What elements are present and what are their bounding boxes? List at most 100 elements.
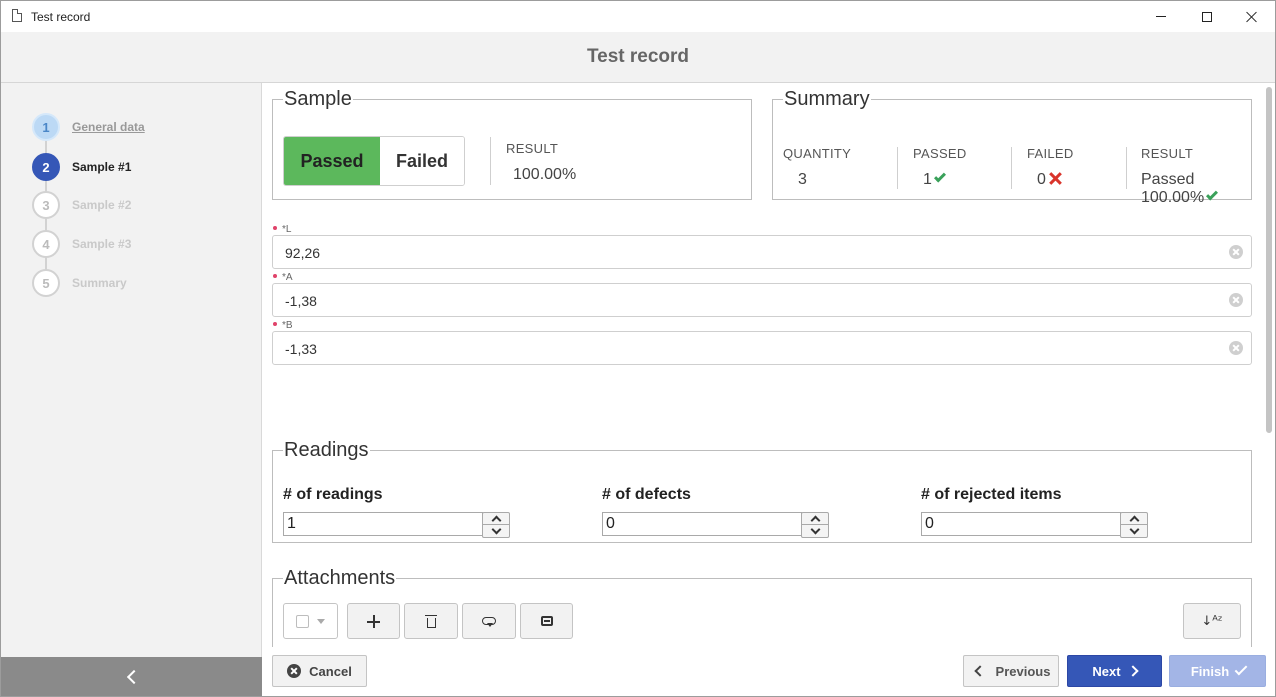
wizard-footer: Cancel Previous Next Finish — [263, 647, 1275, 696]
clear-icon[interactable] — [1229, 245, 1243, 259]
summary-result-percent-row: 100.00% — [1141, 188, 1219, 207]
field-label-a: *A — [273, 272, 293, 283]
divider — [897, 147, 898, 189]
step-number: 1 — [32, 113, 60, 141]
step-sample-2: 3 Sample #2 — [32, 191, 131, 219]
passed-value: 1 — [923, 171, 932, 188]
quantity-value: 3 — [798, 171, 807, 188]
window-title: Test record — [31, 10, 91, 24]
title-bar: Test record — [1, 1, 1275, 32]
stepper-buttons — [1120, 512, 1148, 538]
step-label: Summary — [72, 276, 127, 290]
l-input[interactable] — [285, 243, 1205, 263]
scan-attachment-button[interactable] — [520, 603, 573, 639]
step-summary: 5 Summary — [32, 269, 127, 297]
quantity-caption: QUANTITY — [783, 146, 852, 161]
required-dot — [273, 274, 277, 278]
collapse-sidebar-button[interactable] — [1, 657, 262, 696]
delete-attachment-button[interactable] — [404, 603, 458, 639]
download-attachment-button[interactable] — [462, 603, 516, 639]
b-field[interactable] — [272, 331, 1252, 365]
minimize-button[interactable] — [1138, 1, 1184, 32]
check-icon — [1206, 188, 1219, 201]
main-content: Sample Passed Failed RESULT 100.00% Summ… — [263, 83, 1275, 657]
close-icon — [1246, 11, 1258, 23]
num-readings-input[interactable] — [283, 512, 483, 536]
cancel-icon — [287, 664, 302, 678]
add-attachment-button[interactable] — [347, 603, 400, 639]
sample-panel: Sample Passed Failed RESULT 100.00% — [272, 88, 752, 200]
a-input[interactable] — [285, 291, 1205, 311]
chevron-down-icon — [491, 524, 501, 535]
failed-caption: FAILED — [1027, 146, 1074, 161]
test-record-window: Test record Test record 1 General data 2… — [0, 0, 1276, 697]
chevron-left-icon — [973, 665, 986, 677]
cross-icon — [1049, 172, 1062, 185]
step-number: 5 — [32, 269, 60, 297]
a-field[interactable] — [272, 283, 1252, 317]
cancel-label: Cancel — [309, 663, 352, 679]
clear-icon[interactable] — [1229, 293, 1243, 307]
decrement-button[interactable] — [1121, 524, 1147, 537]
sort-button[interactable]: ↓ᴬᶻ — [1183, 603, 1241, 639]
l-field[interactable] — [272, 235, 1252, 269]
pass-fail-toggle: Passed Failed — [283, 136, 465, 186]
sample-result-caption: RESULT — [506, 141, 559, 156]
caret-down-icon — [317, 618, 325, 624]
finish-button[interactable]: Finish — [1169, 655, 1266, 687]
passed-button[interactable]: Passed — [284, 137, 380, 185]
vertical-scrollbar[interactable] — [1266, 87, 1272, 433]
step-number: 3 — [32, 191, 60, 219]
step-general-data[interactable]: 1 General data — [32, 113, 145, 141]
b-input[interactable] — [285, 339, 1205, 359]
step-label: Sample #1 — [72, 160, 132, 174]
maximize-icon — [1202, 11, 1212, 22]
chevron-down-icon — [810, 524, 820, 535]
previous-label: Previous — [995, 663, 1051, 679]
download-cloud-icon — [482, 617, 496, 627]
select-all-dropdown[interactable] — [283, 603, 338, 639]
failed-button[interactable]: Failed — [380, 137, 464, 185]
close-window-button[interactable] — [1229, 1, 1275, 32]
page-title: Test record — [586, 46, 690, 67]
cancel-button[interactable]: Cancel — [272, 655, 367, 687]
summary-result-status: Passed — [1141, 171, 1195, 188]
summary-panel: Summary QUANTITY 3 PASSED 1 FAILED 0 RES… — [772, 88, 1252, 206]
finish-label: Finish — [1190, 663, 1230, 679]
field-label-l: *L — [273, 224, 291, 235]
previous-button[interactable]: Previous — [963, 655, 1059, 687]
required-dot — [273, 226, 277, 230]
num-defects-input[interactable] — [602, 512, 802, 536]
num-rejected-input[interactable] — [921, 512, 1121, 536]
clear-icon[interactable] — [1229, 341, 1243, 355]
sort-az-icon: ↓ᴬᶻ — [1201, 613, 1223, 629]
trash-icon — [424, 614, 437, 628]
next-button[interactable]: Next — [1067, 655, 1162, 687]
readings-panel: Readings # of readings # of defects # of… — [272, 439, 1252, 543]
select-all-checkbox[interactable] — [296, 614, 309, 628]
wizard-sidebar: 1 General data 2 Sample #1 3 Sample #2 4… — [1, 83, 262, 657]
decrement-button[interactable] — [802, 524, 828, 537]
step-sample-3: 4 Sample #3 — [32, 230, 131, 258]
sample-legend: Sample — [284, 88, 352, 110]
stepper-buttons — [801, 512, 829, 538]
passed-caption: PASSED — [913, 146, 967, 161]
step-sample-1[interactable]: 2 Sample #1 — [32, 153, 131, 181]
num-readings-label: # of readings — [283, 486, 383, 503]
step-number: 2 — [32, 153, 60, 181]
step-label: Sample #3 — [72, 237, 132, 251]
failed-value: 0 — [1037, 171, 1046, 188]
page-header: Test record — [1, 32, 1275, 83]
divider — [1126, 147, 1127, 189]
required-dot — [273, 322, 277, 326]
num-defects-label: # of defects — [602, 486, 691, 503]
decrement-button[interactable] — [483, 524, 509, 537]
chevron-right-icon — [1126, 665, 1139, 677]
check-icon — [1234, 662, 1248, 676]
summary-result-caption: RESULT — [1141, 146, 1194, 161]
divider — [490, 137, 491, 185]
maximize-button[interactable] — [1184, 1, 1230, 32]
step-label: General data — [72, 120, 145, 134]
num-rejected-label: # of rejected items — [921, 486, 1062, 503]
minimize-icon — [1156, 16, 1166, 17]
